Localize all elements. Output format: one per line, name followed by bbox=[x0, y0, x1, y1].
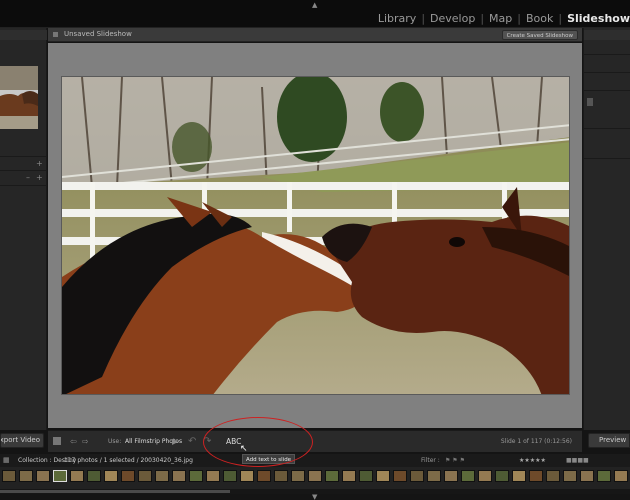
lightroom-window: ▲ Library | Develop | Map | Book | Slide… bbox=[0, 0, 630, 500]
rotate-left-icon[interactable]: ↶ bbox=[188, 431, 196, 453]
right-panel bbox=[583, 28, 630, 430]
module-develop[interactable]: Develop bbox=[425, 12, 480, 25]
module-map[interactable]: Map bbox=[484, 12, 517, 25]
horses-photo bbox=[62, 77, 569, 394]
filmstrip-thumbnail[interactable] bbox=[87, 470, 101, 482]
slide-stage bbox=[48, 43, 582, 428]
preview-button[interactable]: Preview bbox=[588, 433, 630, 448]
filmstrip-thumbnail[interactable] bbox=[325, 470, 339, 482]
slideshow-toolbar: ⇦ ⇨ Use: All Filmstrip Photos ▶ ↶ ↷ ABC … bbox=[48, 430, 582, 452]
filmstrip-thumbnail[interactable] bbox=[427, 470, 441, 482]
preview-thumbnail-image bbox=[0, 66, 38, 129]
panel-expand-icon[interactable] bbox=[587, 98, 593, 106]
filmstrip-thumbnail[interactable] bbox=[36, 470, 50, 482]
filmstrip-scroll-thumb[interactable] bbox=[0, 490, 230, 493]
filmstrip-thumbnail[interactable] bbox=[580, 470, 594, 482]
filmstrip-thumbnail[interactable] bbox=[206, 470, 220, 482]
filmstrip-thumbnail[interactable] bbox=[291, 470, 305, 482]
filmstrip-bar: ▦ Collection : Destiny 117 photos / 1 se… bbox=[0, 454, 630, 467]
filmstrip-thumbnail[interactable] bbox=[121, 470, 135, 482]
export-video-button[interactable]: Export Video... bbox=[0, 433, 44, 448]
filmstrip-thumbnail[interactable] bbox=[461, 470, 475, 482]
filmstrip-thumbnail[interactable] bbox=[512, 470, 526, 482]
filmstrip-thumbnail[interactable] bbox=[359, 470, 373, 482]
flag-filter-icon[interactable]: ⚑ ⚑ ⚑ bbox=[445, 454, 465, 467]
filmstrip-thumbnail[interactable] bbox=[393, 470, 407, 482]
filmstrip-thumbnail[interactable] bbox=[597, 470, 611, 482]
add-icon[interactable]: + bbox=[36, 159, 43, 168]
add-icon[interactable]: + bbox=[36, 173, 43, 182]
slide-editor-header: Unsaved Slideshow Create Saved Slideshow bbox=[48, 28, 582, 42]
filmstrip-thumbnail[interactable] bbox=[308, 470, 322, 482]
next-slide-icon[interactable]: ⇨ bbox=[82, 431, 89, 453]
tooltip: Add text to slide bbox=[242, 454, 296, 464]
collapse-top-icon[interactable]: ▲ bbox=[312, 1, 317, 9]
rotate-right-icon[interactable]: ↷ bbox=[203, 431, 211, 453]
filmstrip-thumbnail[interactable] bbox=[189, 470, 203, 482]
filmstrip-thumbnail[interactable] bbox=[104, 470, 118, 482]
left-panel-header[interactable] bbox=[0, 30, 47, 40]
filmstrip-thumbnail[interactable] bbox=[614, 470, 628, 482]
filmstrip-thumbnail[interactable] bbox=[529, 470, 543, 482]
use-label: Use: bbox=[108, 438, 122, 445]
panel-divider bbox=[584, 54, 630, 55]
play-icon[interactable]: ▶ bbox=[172, 431, 178, 453]
panel-divider bbox=[584, 72, 630, 73]
mouse-cursor-icon: ↖ bbox=[240, 444, 248, 454]
color-filter-icon[interactable]: ■■■■ bbox=[566, 454, 589, 467]
filmstrip-thumbnail[interactable] bbox=[155, 470, 169, 482]
stop-button[interactable] bbox=[53, 437, 61, 445]
rating-filter-icon[interactable]: ★★★★★ bbox=[519, 454, 546, 467]
left-panel: + – + bbox=[0, 28, 47, 430]
slide-photo[interactable] bbox=[61, 76, 570, 395]
filmstrip-thumbnail[interactable] bbox=[19, 470, 33, 482]
filmstrip-thumbnail[interactable] bbox=[274, 470, 288, 482]
filmstrip-thumbnail[interactable] bbox=[53, 470, 67, 482]
filmstrip-thumbnail[interactable] bbox=[495, 470, 509, 482]
filmstrip-thumbnail[interactable] bbox=[172, 470, 186, 482]
panel-divider bbox=[584, 158, 630, 159]
module-slideshow[interactable]: Slideshow bbox=[562, 12, 630, 25]
filmstrip-thumbnail[interactable] bbox=[342, 470, 356, 482]
filmstrip-thumbnail[interactable] bbox=[223, 470, 237, 482]
filmstrip-thumbnail[interactable] bbox=[376, 470, 390, 482]
top-bar: ▲ Library | Develop | Map | Book | Slide… bbox=[0, 0, 630, 28]
filmstrip-thumbnail[interactable] bbox=[257, 470, 271, 482]
module-book[interactable]: Book bbox=[521, 12, 558, 25]
collapse-bottom-icon[interactable]: ▼ bbox=[312, 493, 317, 500]
filmstrip-thumbnail[interactable] bbox=[2, 470, 16, 482]
panel-divider bbox=[584, 128, 630, 129]
slideshow-title: Unsaved Slideshow bbox=[64, 30, 132, 38]
module-library[interactable]: Library bbox=[373, 12, 421, 25]
filmstrip-thumbnail[interactable] bbox=[138, 470, 152, 482]
filmstrip-thumbnail[interactable] bbox=[563, 470, 577, 482]
filmstrip[interactable] bbox=[0, 467, 630, 489]
filmstrip-thumbnail[interactable] bbox=[444, 470, 458, 482]
right-panel-header[interactable] bbox=[584, 30, 630, 40]
filmstrip-thumbnail[interactable] bbox=[546, 470, 560, 482]
filmstrip-thumbnail[interactable] bbox=[410, 470, 424, 482]
filmstrip-thumbnail[interactable] bbox=[478, 470, 492, 482]
filmstrip-thumbnail[interactable] bbox=[70, 470, 84, 482]
preview-thumbnail bbox=[0, 66, 38, 129]
create-saved-slideshow-button[interactable]: Create Saved Slideshow bbox=[501, 30, 578, 40]
panel-divider bbox=[0, 170, 47, 171]
filter-label: Filter : bbox=[421, 457, 440, 464]
panel-divider bbox=[0, 156, 47, 157]
panel-divider bbox=[584, 90, 630, 91]
filmstrip-grid-icon[interactable]: ▦ bbox=[3, 454, 10, 467]
module-picker: Library | Develop | Map | Book | Slidesh… bbox=[373, 10, 630, 26]
slide-counter: Slide 1 of 117 (0:12:56) bbox=[500, 438, 572, 445]
menu-icon[interactable] bbox=[53, 32, 58, 37]
minus-icon[interactable]: – bbox=[26, 173, 30, 182]
panel-divider bbox=[0, 185, 47, 186]
filmstrip-thumbnail[interactable] bbox=[240, 470, 254, 482]
photo-selection-info[interactable]: 117 photos / 1 selected / 20030420_36.jp… bbox=[64, 454, 193, 467]
previous-slide-icon[interactable]: ⇦ bbox=[70, 431, 77, 453]
